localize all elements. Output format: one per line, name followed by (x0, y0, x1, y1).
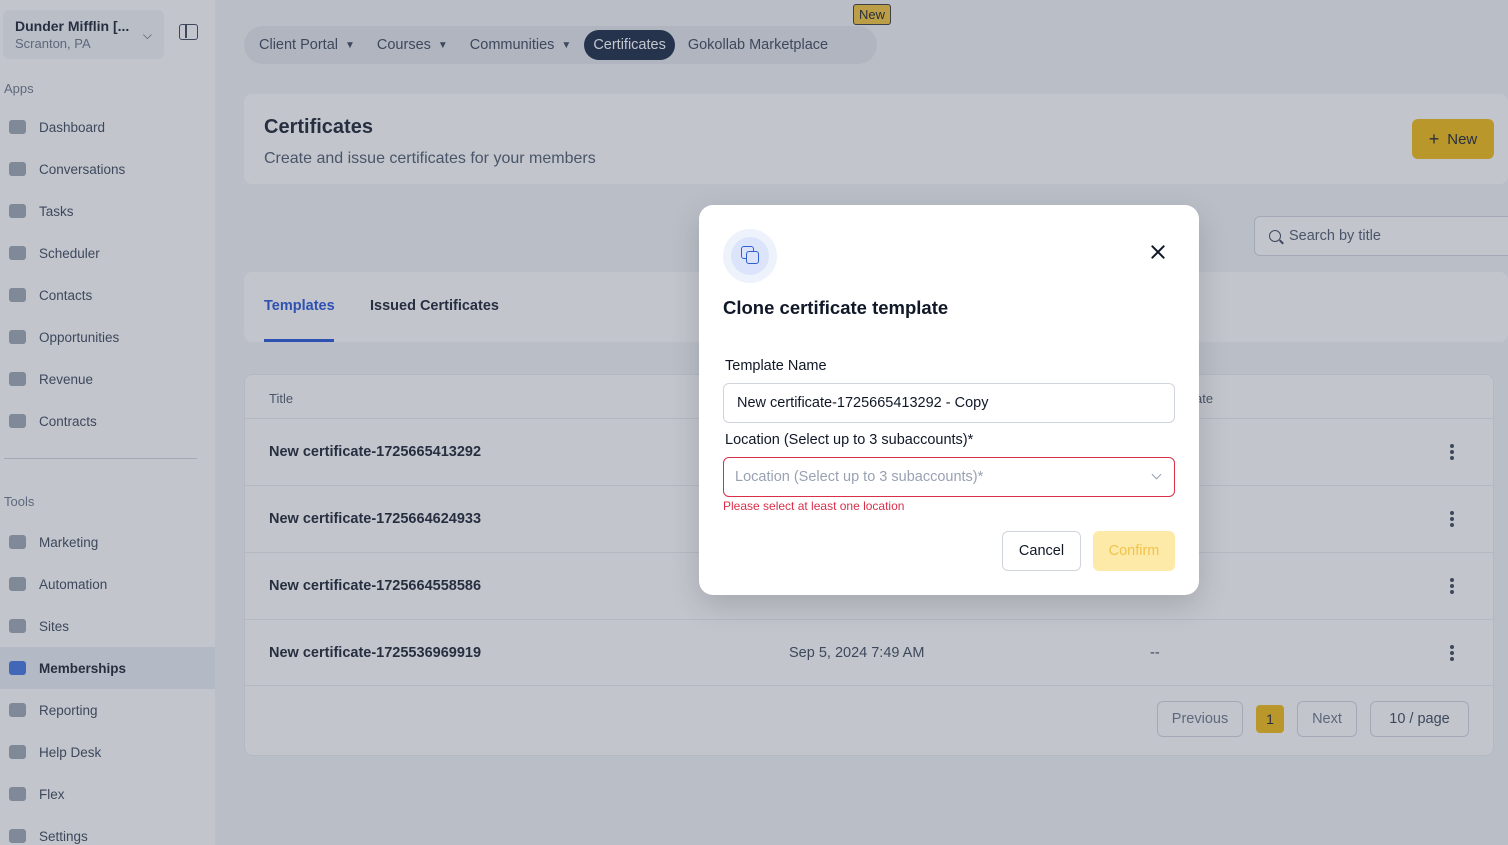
confirm-button[interactable]: Confirm (1093, 531, 1175, 571)
close-icon[interactable] (1147, 241, 1169, 263)
location-error: Please select at least one location (723, 499, 905, 513)
location-placeholder: Location (Select up to 3 subaccounts)* (735, 469, 984, 485)
clone-template-modal: Clone certificate template Template Name… (699, 205, 1199, 595)
clone-icon (723, 229, 777, 283)
template-name-label: Template Name (725, 358, 827, 374)
location-label: Location (Select up to 3 subaccounts)* (725, 432, 974, 448)
cancel-button[interactable]: Cancel (1002, 531, 1081, 571)
modal-title: Clone certificate template (723, 297, 949, 318)
location-select[interactable]: Location (Select up to 3 subaccounts)* (723, 457, 1175, 497)
chevron-down-icon (1151, 469, 1162, 480)
template-name-input[interactable]: New certificate-1725665413292 - Copy (723, 383, 1175, 423)
